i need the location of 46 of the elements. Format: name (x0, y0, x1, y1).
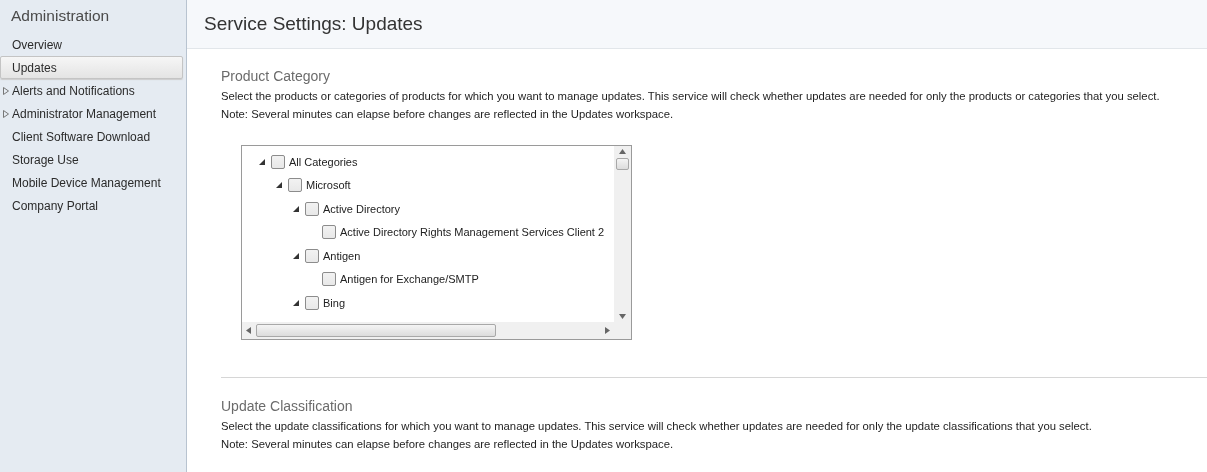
horizontal-scrollbar[interactable] (242, 322, 614, 339)
section-title: Update Classification (221, 398, 354, 414)
scroll-up-icon[interactable] (619, 149, 626, 154)
checkbox[interactable] (305, 201, 319, 216)
scroll-right-icon[interactable] (605, 327, 610, 334)
section-description: Select the products or categories of products for which you want to manage updates. This service will check whether updates are needed for only the products or categories that you select. (221, 89, 1161, 104)
sidebar-item[interactable]: Administrator Management (0, 102, 183, 125)
tree-item-label[interactable]: All Categories (289, 155, 358, 168)
checkbox[interactable] (305, 295, 319, 310)
expander-icon[interactable] (276, 182, 282, 189)
scrollbar-thumb[interactable] (616, 158, 629, 170)
sidebar-item[interactable]: Alerts and Notifications (0, 79, 183, 102)
note-text: Note: Several minutes can elapse before changes are reflected in the Updates workspace. (221, 107, 675, 122)
tree-item-label[interactable]: Bing (323, 296, 346, 309)
sidebar-item-label: Administrator Management (12, 106, 157, 121)
sidebar-item-label: Alerts and Notifications (12, 83, 135, 98)
checkbox[interactable] (305, 248, 319, 263)
page-title: Service Settings: Updates (187, 0, 1207, 49)
vertical-scrollbar[interactable] (614, 146, 631, 322)
sidebar-item[interactable]: Overview (0, 33, 183, 56)
section-description: Select the update classifications for which you want to manage updates. This service will check whether updates are needed for only the update classifications that you select. (221, 419, 1093, 434)
tree-item-label[interactable]: Antigen for Exchange/SMTP (340, 273, 479, 286)
expander-icon[interactable] (293, 205, 299, 212)
sidebar-title: Administration (10, 7, 111, 26)
checkbox[interactable] (322, 225, 336, 240)
checkbox[interactable] (288, 178, 302, 193)
sidebar-item[interactable]: Storage Use (0, 148, 183, 171)
scroll-down-icon[interactable] (619, 314, 626, 319)
section-title: Product Category (221, 68, 331, 84)
sidebar-item[interactable]: Updates (0, 56, 183, 79)
tree-item-label[interactable]: Active Directory (323, 202, 401, 215)
tree-item-label[interactable]: Active Directory Rights Management Services Client 2 (340, 226, 605, 239)
sidebar-item[interactable]: Client Software Download (0, 125, 183, 148)
tree-item-label[interactable]: Antigen (323, 249, 361, 262)
checkbox[interactable] (271, 154, 285, 169)
expander-icon[interactable] (293, 252, 299, 259)
scroll-left-icon[interactable] (246, 327, 251, 334)
sidebar-item[interactable]: Company Portal (0, 194, 183, 217)
checkbox[interactable] (322, 272, 336, 287)
category-tree[interactable]: All Categories Microsoft Active Directory Active Directory Rights Management Services Client 2 Antigen Antigen for Exchange/SMTP Bing (241, 145, 632, 340)
scrollbar-thumb[interactable] (256, 324, 496, 337)
expander-icon[interactable] (259, 158, 265, 165)
note-text: Note: Several minutes can elapse before changes are reflected in the Updates workspace. (221, 437, 675, 452)
sidebar-item[interactable]: Mobile Device Management (0, 171, 183, 194)
expander-icon[interactable] (293, 299, 299, 306)
tree-item-label[interactable]: Microsoft (306, 179, 351, 192)
